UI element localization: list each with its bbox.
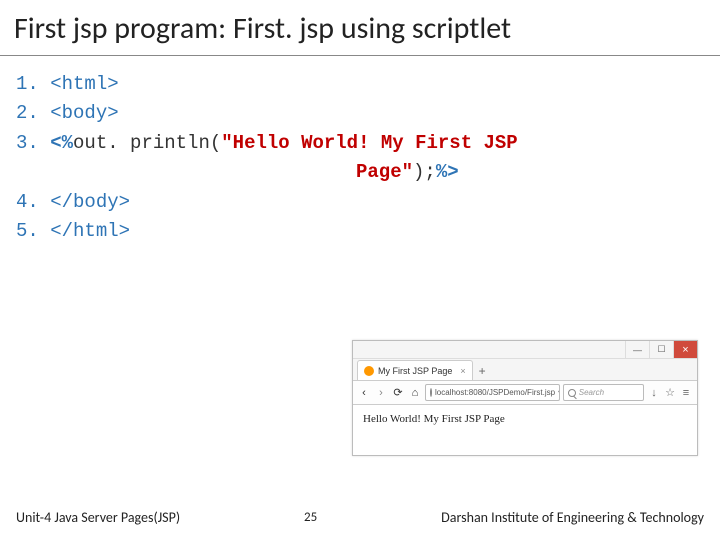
- code-line-3: 3. <%out. println("Hello World! My First…: [16, 129, 704, 158]
- bookmark-button[interactable]: ☆: [663, 386, 677, 400]
- url-text: localhost:8080/JSPDemo/First.jsp: [435, 388, 555, 397]
- new-tab-button[interactable]: +: [479, 364, 486, 380]
- globe-icon: [430, 388, 432, 397]
- tab-close-icon[interactable]: ×: [460, 366, 465, 376]
- line-number: 5.: [16, 220, 39, 242]
- line-number: 4.: [16, 191, 39, 213]
- code-block: 1. <html> 2. <body> 3. <%out. println("H…: [0, 56, 720, 247]
- window-maximize-button[interactable]: ☐: [649, 341, 673, 358]
- code-token: </body>: [50, 191, 130, 213]
- slide-title: First jsp program: First. jsp using scri…: [0, 0, 720, 56]
- page-text: Hello World! My First JSP Page: [363, 413, 505, 425]
- browser-content: Hello World! My First JSP Page: [353, 405, 697, 433]
- back-button[interactable]: ‹: [357, 386, 371, 400]
- browser-tabstrip: My First JSP Page × +: [353, 359, 697, 381]
- line-number: 3.: [16, 132, 39, 154]
- scriptlet-close: %>: [436, 161, 459, 183]
- toolbar-right: ↓ ☆ ≡: [647, 386, 693, 400]
- code-line-4: 4. </body>: [16, 188, 704, 217]
- window-close-button[interactable]: ×: [673, 341, 697, 358]
- footer-right: Darshan Institute of Engineering & Techn…: [441, 509, 704, 526]
- code-token: );: [413, 161, 436, 183]
- line-number: 1.: [16, 73, 39, 95]
- search-bar[interactable]: Search: [563, 384, 644, 401]
- favicon-icon: [364, 366, 374, 376]
- code-token: out. println(: [73, 132, 221, 154]
- home-button[interactable]: ⌂: [408, 386, 422, 400]
- line-number: 2.: [16, 102, 39, 124]
- code-line-1: 1. <html>: [16, 70, 704, 99]
- code-token: <body>: [50, 102, 118, 124]
- download-button[interactable]: ↓: [647, 386, 661, 400]
- search-icon: [568, 389, 576, 397]
- browser-window: — ☐ × My First JSP Page × + ‹ › ⟳ ⌂ loca…: [352, 340, 698, 456]
- code-token: <html>: [50, 73, 118, 95]
- code-token: </html>: [50, 220, 130, 242]
- forward-button[interactable]: ›: [374, 386, 388, 400]
- slide-footer: Unit-4 Java Server Pages(JSP) 25 Darshan…: [0, 509, 720, 526]
- window-titlebar: — ☐ ×: [353, 341, 697, 359]
- code-line-5: 5. </html>: [16, 217, 704, 246]
- string-token: Page": [356, 161, 413, 183]
- browser-toolbar: ‹ › ⟳ ⌂ localhost:8080/JSPDemo/First.jsp…: [353, 381, 697, 405]
- footer-left: Unit-4 Java Server Pages(JSP): [16, 509, 180, 526]
- slide-number: 25: [304, 510, 317, 525]
- search-placeholder: Search: [579, 388, 604, 397]
- browser-tab[interactable]: My First JSP Page ×: [357, 360, 473, 380]
- menu-button[interactable]: ≡: [679, 386, 693, 400]
- reload-button[interactable]: ⟳: [391, 386, 405, 400]
- dropdown-icon[interactable]: ▾: [558, 388, 560, 397]
- url-bar[interactable]: localhost:8080/JSPDemo/First.jsp ▾: [425, 384, 560, 401]
- code-line-2: 2. <body>: [16, 99, 704, 128]
- tab-title: My First JSP Page: [378, 366, 452, 376]
- scriptlet-open: <%: [50, 132, 73, 154]
- string-token: "Hello World! My First JSP: [221, 132, 529, 154]
- window-minimize-button[interactable]: —: [625, 341, 649, 358]
- code-line-3b: Page");%>: [16, 158, 704, 187]
